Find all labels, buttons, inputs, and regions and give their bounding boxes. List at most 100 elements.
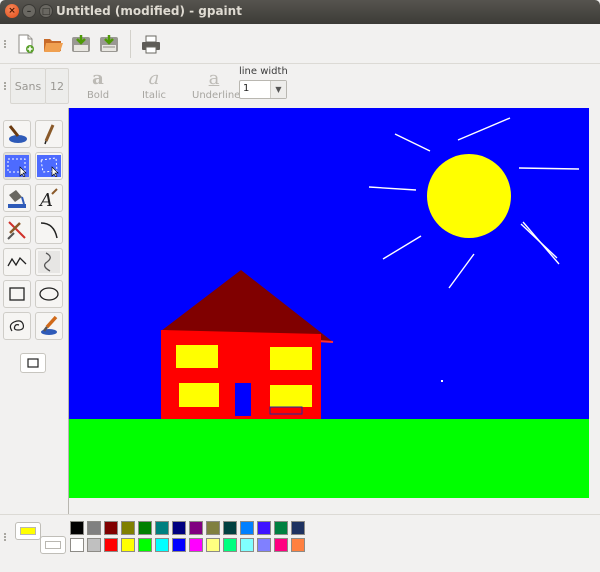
freehand-line-icon	[7, 256, 27, 267]
oval-icon	[39, 287, 59, 301]
color-swatch[interactable]	[240, 521, 254, 535]
palette-grip-icon[interactable]	[4, 533, 7, 541]
tool-palette: A	[0, 108, 68, 514]
italic-button[interactable]: a Italic	[134, 68, 174, 101]
color-swatch[interactable]	[274, 521, 288, 535]
color-swatch[interactable]	[70, 521, 84, 535]
eraser-icon	[7, 221, 26, 240]
curve-tool[interactable]	[35, 216, 63, 244]
bold-label: Bold	[86, 90, 110, 101]
fill-bucket-icon	[8, 190, 26, 208]
minimize-window-button[interactable]: –	[22, 4, 36, 18]
color-swatch[interactable]	[121, 538, 135, 552]
format-toolbar-grip-icon[interactable]	[4, 82, 7, 90]
color-swatch[interactable]	[291, 521, 305, 535]
curve-icon	[40, 222, 58, 239]
foreground-color-swatch[interactable]	[15, 522, 41, 540]
paint-dot	[441, 380, 443, 382]
bold-button[interactable]: a Bold	[78, 68, 118, 101]
background-color-swatch[interactable]	[40, 536, 66, 554]
freehand-select-tool[interactable]	[35, 152, 63, 180]
color-swatch[interactable]	[155, 521, 169, 535]
color-swatch[interactable]	[257, 538, 271, 552]
paint-bucket-fill-tool[interactable]	[3, 120, 31, 148]
new-button[interactable]	[12, 31, 38, 57]
color-swatch[interactable]	[172, 538, 186, 552]
color-swatch[interactable]	[104, 538, 118, 552]
freehand-line-tool[interactable]	[3, 248, 31, 276]
color-swatch[interactable]	[223, 538, 237, 552]
erase-tool[interactable]	[3, 216, 31, 244]
color-swatch[interactable]	[257, 521, 271, 535]
new-document-icon	[18, 34, 34, 54]
house-window	[179, 383, 219, 407]
color-swatch[interactable]	[121, 521, 135, 535]
color-swatch[interactable]	[87, 538, 101, 552]
open-button[interactable]	[40, 31, 66, 57]
color-swatch[interactable]	[206, 521, 220, 535]
color-swatch[interactable]	[138, 538, 152, 552]
lasso-icon	[9, 320, 25, 332]
title-bar: × – □ Untitled (modified) - gpaint	[0, 0, 600, 24]
color-swatch[interactable]	[138, 521, 152, 535]
sun-shape	[427, 154, 511, 238]
paintbrush-tool[interactable]	[35, 312, 63, 340]
text-tool[interactable]: A	[35, 184, 63, 212]
color-swatch[interactable]	[274, 538, 288, 552]
toolbar-separator	[130, 30, 131, 58]
color-grid	[70, 521, 305, 552]
color-palette-bar	[0, 514, 600, 572]
color-swatch[interactable]	[104, 521, 118, 535]
oval-tool[interactable]	[35, 280, 63, 308]
paintbrush-icon	[41, 315, 58, 335]
svg-text:A: A	[38, 190, 53, 209]
font-name-button[interactable]: Sans	[10, 68, 46, 104]
color-swatch[interactable]	[189, 521, 203, 535]
underline-label: Underline	[192, 90, 241, 101]
pen-tool[interactable]	[35, 120, 63, 148]
rectangle-tool[interactable]	[3, 280, 31, 308]
toolbar-grip-icon[interactable]	[4, 40, 7, 48]
underline-button[interactable]: a Underline	[192, 68, 241, 101]
outline-rectangle-icon	[27, 358, 39, 368]
rectangle-select-tool[interactable]	[3, 152, 31, 180]
color-swatch[interactable]	[291, 538, 305, 552]
color-swatch[interactable]	[155, 538, 169, 552]
italic-label: Italic	[141, 90, 167, 101]
multiline-tool[interactable]	[35, 248, 63, 276]
fill-tool[interactable]	[3, 184, 31, 212]
italic-icon: a	[148, 68, 160, 89]
color-swatch[interactable]	[223, 521, 237, 535]
font-size-button[interactable]: 12	[45, 68, 69, 104]
freehand-select-icon	[37, 155, 61, 177]
save-button[interactable]	[68, 31, 94, 57]
text-icon: A	[38, 188, 58, 209]
line-width-combo[interactable]: 1 ▼	[239, 80, 287, 99]
font-name-label: Sans	[14, 79, 42, 93]
chevron-down-icon[interactable]: ▼	[270, 81, 286, 98]
lasso-shape-tool[interactable]	[3, 312, 31, 340]
color-swatch[interactable]	[172, 521, 186, 535]
color-swatch[interactable]	[240, 538, 254, 552]
font-size-label: 12	[50, 79, 64, 93]
house-window	[176, 345, 218, 368]
save-as-button[interactable]	[96, 31, 122, 57]
save-icon	[72, 35, 90, 52]
color-swatch[interactable]	[87, 521, 101, 535]
color-swatch[interactable]	[189, 538, 203, 552]
multiline-icon	[38, 251, 60, 273]
maximize-window-button[interactable]: □	[39, 4, 53, 18]
color-swatch[interactable]	[70, 538, 84, 552]
drawing-canvas[interactable]	[69, 108, 589, 498]
line-width-label: line width	[239, 66, 288, 77]
shape-outline-option-button[interactable]	[20, 353, 46, 373]
bold-icon: a	[92, 68, 104, 89]
rectangle-icon	[9, 287, 25, 301]
rectangle-select-icon	[5, 155, 29, 177]
color-swatch[interactable]	[206, 538, 220, 552]
paint-fill-icon	[8, 125, 27, 143]
pen-icon	[44, 124, 55, 145]
print-button[interactable]	[138, 31, 164, 57]
close-window-button[interactable]: ×	[5, 4, 19, 18]
save-as-icon	[100, 35, 118, 52]
